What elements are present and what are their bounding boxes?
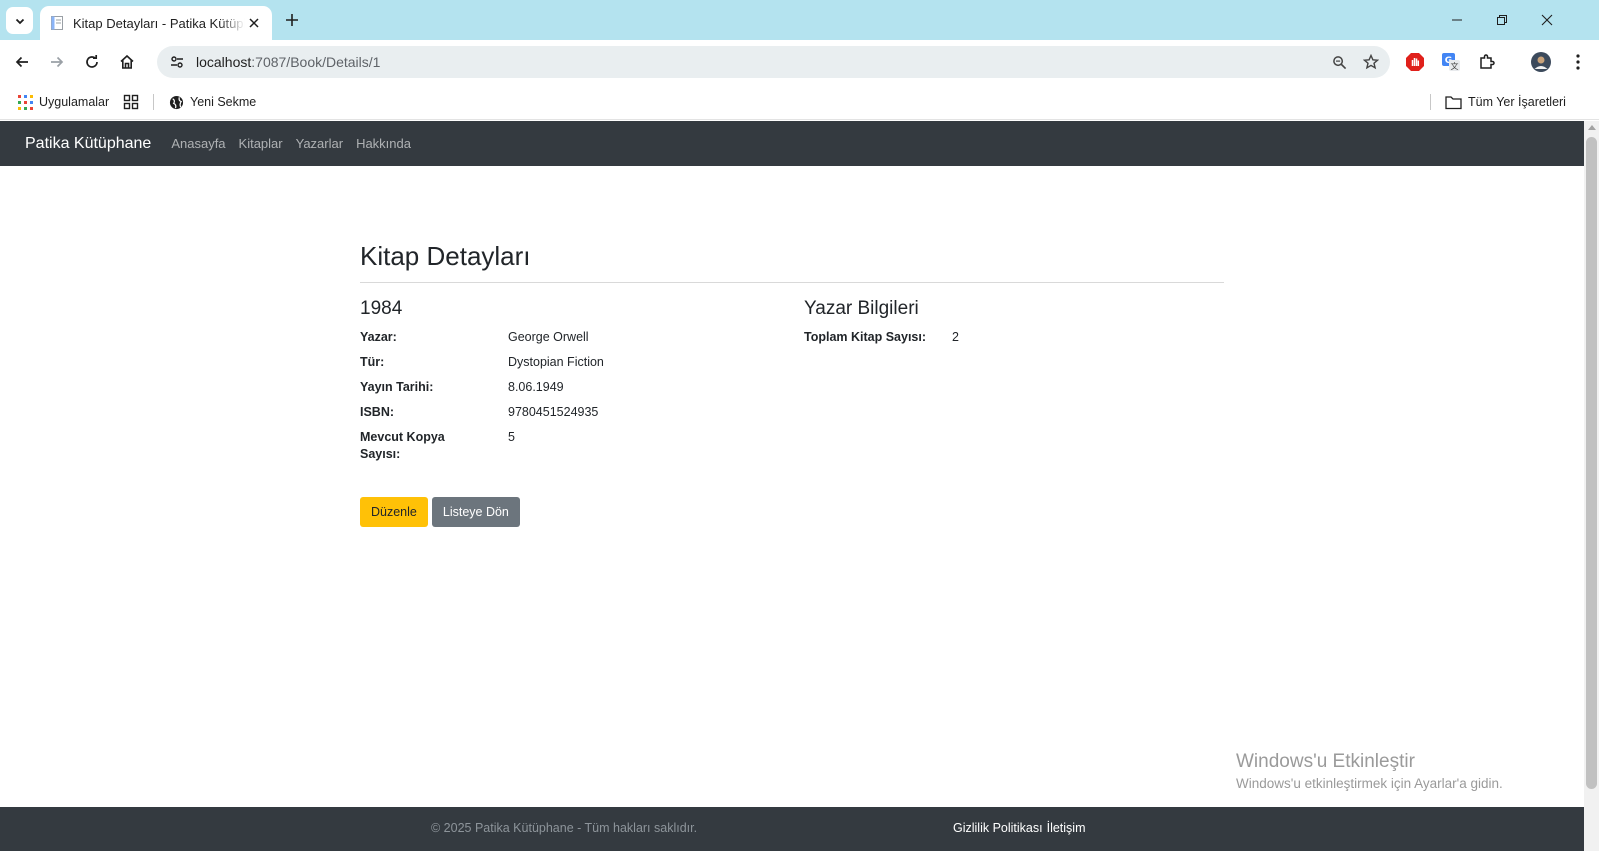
action-buttons: Düzenle Listeye Dön <box>360 497 1224 527</box>
field-value-author: George Orwell <box>508 330 589 344</box>
nav-link-about[interactable]: Hakkında <box>356 136 411 151</box>
more-vert-icon <box>1576 54 1580 70</box>
back-to-list-button[interactable]: Listeye Dön <box>431 497 520 527</box>
minimize-button[interactable] <box>1434 0 1479 40</box>
arrow-right-icon <box>51 56 64 68</box>
bookmarks-bar: Uygulamalar Yeni Sekme Tüm Yer İşaretler… <box>0 84 1599 120</box>
bookmarks-divider <box>153 94 154 110</box>
nav-link-home[interactable]: Anasayfa <box>171 136 225 151</box>
svg-text:文: 文 <box>1451 61 1459 71</box>
edit-button[interactable]: Düzenle <box>360 497 428 527</box>
title-divider <box>360 282 1224 283</box>
zoom-icon[interactable] <box>1326 49 1352 75</box>
page-scrollbar[interactable] <box>1584 121 1599 851</box>
back-button[interactable] <box>9 49 35 75</box>
browser-tab[interactable]: Kitap Detayları - Patika Kütüphane <box>40 6 272 40</box>
restore-button[interactable] <box>1479 0 1524 40</box>
page-favicon-icon <box>51 16 63 30</box>
home-button[interactable] <box>114 49 140 75</box>
field-label-author: Yazar: <box>360 330 397 344</box>
reload-button[interactable] <box>79 49 105 75</box>
scrollbar-thumb[interactable] <box>1586 137 1597 789</box>
details-columns: 1984 Yazar: George Orwell Tür: Dystopian… <box>360 298 1224 463</box>
page-viewport: Patika Kütüphane Anasayfa Kitaplar Yazar… <box>0 121 1584 851</box>
tab-close-icon[interactable] <box>245 14 263 32</box>
watermark-subtitle: Windows'u etkinleştirmek için Ayarlar'a … <box>1236 776 1503 791</box>
reload-icon <box>86 55 98 68</box>
site-footer: © 2025 Patika Kütüphane - Tüm hakları sa… <box>0 807 1584 851</box>
close-window-button[interactable] <box>1524 0 1569 40</box>
profile-button[interactable] <box>1528 49 1554 75</box>
home-icon <box>120 54 134 69</box>
footer-links: Gizlilik Politikası İletişim <box>953 821 1090 835</box>
bookmarks-divider-right <box>1430 94 1431 110</box>
bookmark-new-tab[interactable]: Yeni Sekme <box>169 92 256 112</box>
field-value-genre: Dystopian Fiction <box>508 355 604 369</box>
tab-groups-icon <box>123 94 139 110</box>
adblock-extension-button[interactable] <box>1402 49 1428 75</box>
scroll-up-arrow-icon[interactable] <box>1588 125 1596 130</box>
browser-menu-button[interactable] <box>1565 49 1591 75</box>
site-navbar: Patika Kütüphane Anasayfa Kitaplar Yazar… <box>0 121 1584 166</box>
footer-copyright: © 2025 Patika Kütüphane - Tüm hakları sa… <box>431 821 698 835</box>
extensions-button[interactable] <box>1474 49 1500 75</box>
nav-link-books[interactable]: Kitaplar <box>239 136 283 151</box>
author-info: Yazar Bilgileri Toplam Kitap Sayısı: 2 <box>804 298 1224 463</box>
globe-icon <box>169 95 184 110</box>
chevron-down-icon <box>15 18 24 24</box>
page-title: Kitap Detayları <box>360 241 531 271</box>
url-host: localhost <box>196 54 252 70</box>
main-content: Kitap Detayları 1984 Yazar: George Orwel… <box>360 241 1224 527</box>
author-info-title: Yazar Bilgileri <box>804 298 919 319</box>
address-bar[interactable]: localhost:7087/Book/Details/1 <box>157 46 1390 78</box>
all-bookmarks-button[interactable]: Tüm Yer İşaretleri <box>1445 92 1566 112</box>
tab-title: Kitap Detayları - Patika Kütüphane <box>73 15 245 31</box>
bookmark-apps[interactable]: Uygulamalar <box>18 92 109 112</box>
translate-icon: G文 <box>1442 53 1460 71</box>
bookmark-apps-label: Uygulamalar <box>39 95 110 109</box>
url-text[interactable]: localhost:7087/Book/Details/1 <box>196 54 1326 70</box>
apps-grid-icon <box>18 94 33 110</box>
browser-toolbar: localhost:7087/Book/Details/1 G文 <box>0 40 1599 84</box>
nav-link-authors[interactable]: Yazarlar <box>296 136 343 151</box>
new-tab-button[interactable] <box>281 9 303 31</box>
field-label-total-books: Toplam Kitap Sayısı: <box>804 330 927 344</box>
folder-icon <box>1445 95 1462 110</box>
field-label-publish-date: Yayın Tarihi: <box>360 380 434 394</box>
restore-icon <box>1496 15 1507 25</box>
tab-search-button[interactable] <box>6 7 33 34</box>
bookmark-star-icon[interactable] <box>1358 49 1384 75</box>
field-label-copies: Mevcut Kopya Sayısı: <box>360 430 445 461</box>
book-field-list: Yazar: George Orwell Tür: Dystopian Fict… <box>360 329 804 463</box>
translate-extension-button[interactable]: G文 <box>1438 49 1464 75</box>
forward-button[interactable] <box>44 49 70 75</box>
avatar <box>1531 52 1551 72</box>
arrow-left-icon <box>15 56 28 68</box>
site-info-icon[interactable] <box>162 50 192 74</box>
field-label-genre: Tür: <box>360 355 385 369</box>
all-bookmarks-label: Tüm Yer İşaretleri <box>1468 95 1566 109</box>
close-icon <box>1541 14 1552 26</box>
book-title: 1984 <box>360 298 403 319</box>
footer-link-contact[interactable]: İletişim <box>1047 821 1086 835</box>
field-value-copies: 5 <box>508 430 515 444</box>
watermark-title: Windows'u Etkinleştir <box>1236 751 1415 772</box>
tab-strip: Kitap Detayları - Patika Kütüphane <box>0 0 1599 40</box>
url-path: :7087/Book/Details/1 <box>251 54 381 70</box>
book-details: 1984 Yazar: George Orwell Tür: Dystopian… <box>360 298 804 463</box>
plus-icon <box>286 14 298 26</box>
puzzle-icon <box>1480 54 1495 69</box>
navbar-brand[interactable]: Patika Kütüphane <box>25 135 151 153</box>
minimize-icon <box>1451 19 1462 21</box>
field-label-isbn: ISBN: <box>360 405 395 419</box>
field-value-total-books: 2 <box>952 330 959 344</box>
windows-activation-watermark: Windows'u Etkinleştir Windows'u etkinleş… <box>1236 751 1503 791</box>
tab-groups-button[interactable] <box>123 92 139 112</box>
field-value-publish-date: 8.06.1949 <box>508 380 564 394</box>
adblock-icon <box>1406 53 1424 71</box>
field-value-isbn: 9780451524935 <box>508 405 599 419</box>
bookmark-new-tab-label: Yeni Sekme <box>190 95 257 109</box>
author-info-list: Toplam Kitap Sayısı: 2 <box>804 329 1224 346</box>
footer-link-privacy[interactable]: Gizlilik Politikası <box>953 821 1043 835</box>
